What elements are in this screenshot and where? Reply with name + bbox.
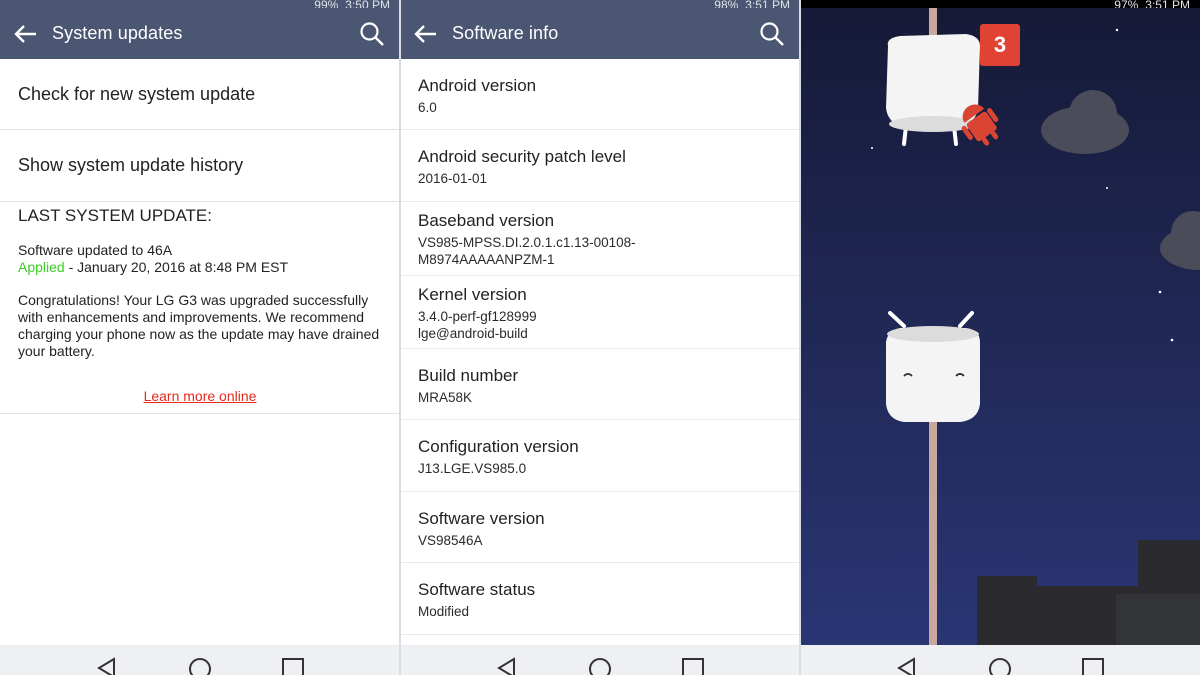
search-button[interactable] [744, 8, 800, 59]
page-title: Software info [452, 23, 559, 43]
star [1158, 290, 1162, 294]
three-screenshots-composite: 99% 3:50 PM System updates Check for new… [0, 0, 1200, 675]
star [1106, 187, 1108, 189]
recents-nav-icon [682, 658, 704, 675]
arrow-left-icon [414, 24, 436, 43]
back-nav-icon [97, 657, 115, 675]
info-label: Configuration version [418, 437, 579, 456]
info-row-android-version: Android version 6.0 [400, 59, 800, 130]
nav-home-button[interactable] [585, 657, 615, 675]
update-message: Congratulations! Your LG G3 was upgraded… [18, 292, 380, 359]
info-value: VS98546A [418, 533, 483, 548]
info-row-baseband: Baseband version VS985-MPSS.DI.2.0.1.c1.… [400, 202, 800, 276]
info-label: Build number [418, 366, 519, 385]
nav-recents-button[interactable] [678, 657, 708, 675]
check-for-update-label: Check for new system update [18, 83, 256, 104]
info-value: 3.4.0-perf-gf128999 [418, 309, 537, 324]
status-bar: 98% 3:51 PM [400, 0, 800, 8]
info-value-line2: lge@android-build [418, 326, 528, 341]
update-history-label: Show system update history [18, 155, 244, 175]
info-row-software-version: Software version VS98546A [400, 492, 800, 563]
info-value: J13.LGE.VS985.0 [418, 461, 527, 476]
update-history-item[interactable]: Show system update history [0, 130, 400, 202]
clock: 3:51 PM [1145, 0, 1190, 8]
navigation-bar [400, 645, 800, 675]
status-bar: 99% 3:50 PM [0, 0, 400, 8]
applied-line: Applied - January 20, 2016 at 8:48 PM ES… [18, 259, 388, 276]
applied-status: Applied [18, 259, 65, 275]
marshmallow-game-screen: 97% 3:51 PM 3 [800, 0, 1200, 675]
navigation-bar [800, 645, 1200, 675]
nav-home-button[interactable] [185, 657, 215, 675]
navigation-bar [0, 645, 400, 675]
system-updates-screen: 99% 3:50 PM System updates Check for new… [0, 0, 400, 675]
applied-date: - January 20, 2016 at 8:48 PM EST [64, 259, 289, 275]
software-info-screen: 98% 3:51 PM Software info Android versio… [400, 0, 800, 675]
recents-nav-icon [1082, 658, 1104, 675]
nav-home-button[interactable] [985, 657, 1015, 675]
learn-more-link[interactable]: Learn more online [0, 388, 400, 404]
info-label: Software status [418, 580, 536, 599]
screen-divider [399, 0, 401, 675]
info-row-software-status: Software status Modified [400, 563, 800, 635]
battery-level: 99% [314, 0, 339, 8]
last-update-heading: LAST SYSTEM UPDATE: [18, 206, 212, 225]
back-nav-icon [497, 657, 515, 675]
info-value: MRA58K [418, 390, 473, 405]
info-row-kernel: Kernel version 3.4.0-perf-gf128999 lge@a… [400, 276, 800, 349]
star [1115, 28, 1119, 32]
app-bar: System updates [0, 8, 400, 59]
back-nav-icon [897, 657, 915, 675]
info-label: Baseband version [418, 211, 555, 230]
info-value: 6.0 [418, 100, 437, 115]
home-nav-icon [989, 658, 1011, 675]
pole-bottom [929, 406, 937, 653]
home-nav-icon [189, 658, 211, 675]
info-label: Software version [418, 509, 545, 528]
nav-recents-button[interactable] [1078, 657, 1108, 675]
info-label: Android version [418, 76, 537, 95]
status-bar: 97% 3:51 PM [800, 0, 1200, 8]
check-for-update-item[interactable]: Check for new system update [0, 59, 400, 130]
star [1170, 338, 1174, 342]
app-bar: Software info [400, 8, 800, 59]
info-row-configuration: Configuration version J13.LGE.VS985.0 [400, 420, 800, 492]
search-icon [760, 21, 784, 46]
star [871, 147, 873, 149]
info-label: Android security patch level [418, 147, 626, 166]
back-button[interactable] [0, 8, 52, 59]
clock: 3:50 PM [345, 0, 390, 8]
clock: 3:51 PM [745, 0, 790, 8]
info-value: VS985-MPSS.DI.2.0.1.c1.13-00108- [418, 235, 636, 250]
home-nav-icon [589, 658, 611, 675]
battery-level: 98% [714, 0, 739, 8]
search-icon [360, 21, 384, 46]
divider [0, 413, 400, 414]
nav-back-button[interactable] [892, 657, 922, 675]
nav-back-button[interactable] [492, 657, 522, 675]
back-button[interactable] [400, 8, 452, 59]
screen-divider [799, 0, 801, 675]
arrow-left-icon [14, 24, 36, 43]
update-version-line: Software updated to 46A [18, 242, 173, 258]
search-button[interactable] [344, 8, 400, 59]
info-value-line2: M8974AAAAANPZM-1 [418, 252, 555, 267]
nav-recents-button[interactable] [278, 657, 308, 675]
last-system-update-section: LAST SYSTEM UPDATE: Software updated to … [18, 206, 388, 360]
info-value: 2016-01-01 [418, 171, 488, 186]
nav-back-button[interactable] [92, 657, 122, 675]
recents-nav-icon [282, 658, 304, 675]
info-row-security-patch: Android security patch level 2016-01-01 [400, 130, 800, 202]
page-title: System updates [52, 23, 183, 43]
marshmallow-obstacle-bottom-icon [886, 311, 980, 422]
info-label: Kernel version [418, 285, 527, 304]
info-row-build-number: Build number MRA58K [400, 349, 800, 420]
battery-level: 97% [1114, 0, 1139, 8]
info-value: Modified [418, 604, 470, 619]
game-canvas[interactable] [800, 8, 1200, 653]
score-badge: 3 [980, 24, 1020, 66]
